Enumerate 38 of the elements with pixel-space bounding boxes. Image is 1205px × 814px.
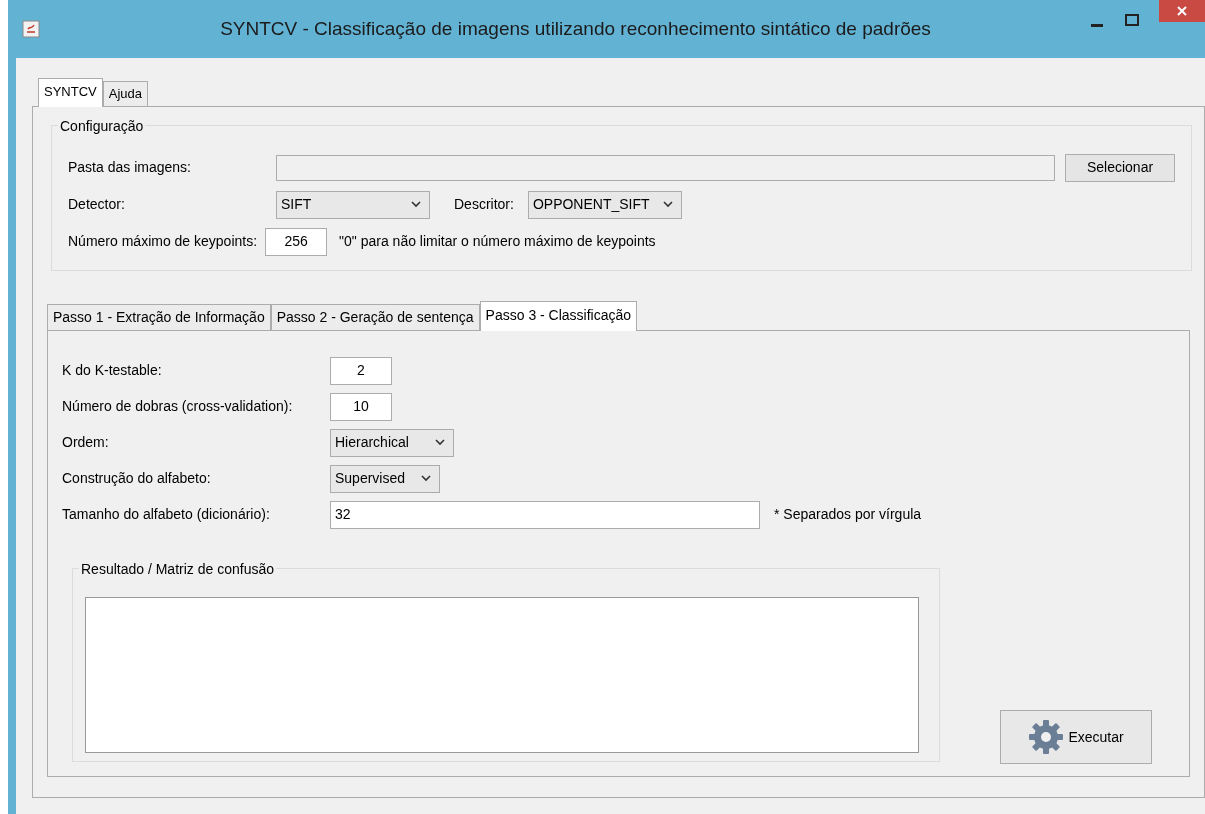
field-label: Detector: (68, 195, 126, 214)
caret-icon (662, 201, 673, 208)
folder-field[interactable] (276, 154, 1055, 181)
dropdown[interactable]: SIFT (276, 190, 430, 219)
minimize-icon[interactable] (1091, 24, 1103, 28)
field-label: Número máximo de keypoints: (68, 232, 258, 251)
dropdown[interactable]: OPPONENT_SIFT (527, 190, 682, 219)
field-label: Descritor: (454, 195, 514, 214)
hint-text: "0" para não limitar o número máximo de keypoints (339, 232, 656, 251)
field-label: K do K-testable: (62, 361, 163, 380)
note-text: * Separados por vírgula (774, 505, 922, 524)
app-icon (22, 20, 40, 38)
text-field[interactable]: 256 (265, 227, 328, 256)
field-label: Tamanho do alfabeto (dicionário): (62, 505, 271, 524)
select-button[interactable]: Selecionar (1065, 153, 1175, 182)
tab[interactable]: Passo 1 - Extração de Informação (47, 303, 271, 330)
tab[interactable]: SYNTCV (38, 78, 103, 107)
dropdown[interactable]: Hierarchical (330, 428, 454, 457)
maximize-icon[interactable] (1125, 14, 1139, 26)
run-button[interactable]: Executar (1000, 710, 1152, 764)
close-icon (1177, 6, 1187, 16)
window-title: SYNTCV - Classificação de imagens utilizando reconhecimento sintático de padrões (219, 16, 932, 41)
tab[interactable]: Ajuda (102, 81, 148, 106)
caret-icon (411, 201, 421, 208)
close-button[interactable] (1159, 0, 1205, 22)
field-label: Número de dobras (cross-validation): (62, 397, 294, 416)
gear-icon (1028, 719, 1065, 755)
field-label: Ordem: (62, 433, 110, 452)
text-field[interactable]: 32 (330, 500, 760, 529)
tab[interactable]: Passo 3 - Classificação (479, 300, 638, 331)
dropdown[interactable]: Supervised (330, 464, 440, 493)
text-field[interactable]: 2 (330, 356, 392, 385)
field-label: Pasta das imagens: (68, 158, 192, 177)
caret-icon (421, 475, 431, 482)
field-label: Construção do alfabeto: (62, 469, 212, 488)
text-field[interactable]: 10 (330, 392, 392, 421)
caret-icon (435, 439, 445, 446)
tab[interactable]: Passo 2 - Geração de sentença (270, 303, 480, 330)
